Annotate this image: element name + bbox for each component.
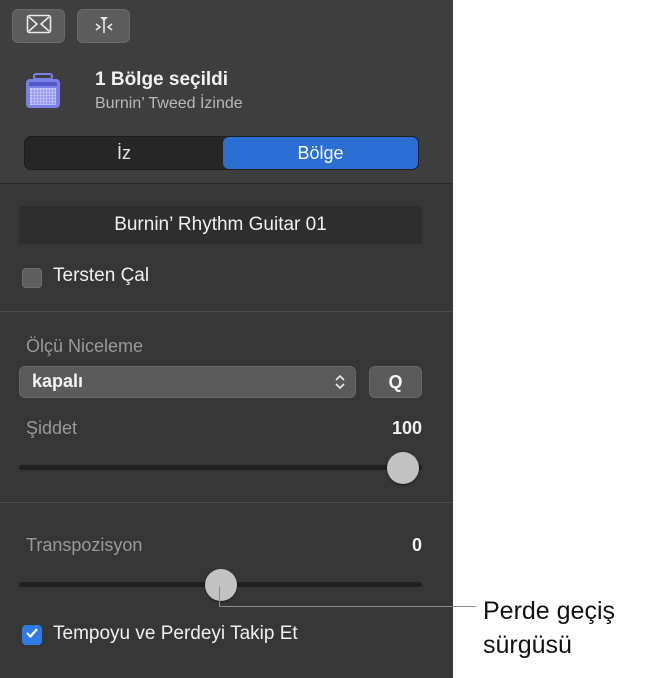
- quantize-q-button[interactable]: Q: [369, 366, 422, 398]
- quantize-label: Ölçü Niceleme: [26, 336, 144, 356]
- region-name-field[interactable]: Burnin’ Rhythm Guitar 01: [19, 206, 422, 244]
- quantize-popup[interactable]: kapalı: [19, 366, 356, 398]
- pitch-slider-callout: Perde geçiş sürgüsü: [483, 594, 615, 662]
- header-divider: [0, 183, 453, 184]
- tab-region[interactable]: Bölge: [223, 137, 418, 169]
- track-region-segmented-control: İz Bölge: [24, 136, 419, 170]
- tab-track[interactable]: İz: [25, 137, 223, 169]
- transpose-value: 0: [411, 535, 422, 555]
- callout-line-horizontal: [219, 606, 476, 607]
- quantize-popup-value: kapalı: [32, 371, 84, 391]
- velocity-slider-track[interactable]: [19, 465, 422, 470]
- callout-line1: Perde geçiş: [483, 597, 616, 625]
- transpose-slider-thumb[interactable]: [205, 569, 237, 601]
- region-inspector-button[interactable]: [12, 9, 65, 43]
- amp-icon: [24, 72, 62, 110]
- section-divider-2: [0, 502, 453, 503]
- reverse-playback-label: Tersten Çal: [53, 265, 150, 286]
- velocity-label: Şiddet: [26, 418, 78, 438]
- follow-tempo-pitch-label: Tempoyu ve Perdeyi Takip Et: [53, 623, 298, 644]
- region-inspector-icon: [26, 14, 52, 39]
- checkmark-icon: [25, 626, 39, 645]
- chevron-up-down-icon: [333, 372, 347, 392]
- catch-playhead-button[interactable]: [77, 9, 130, 43]
- inspector-title: 1 Bölge seçildi: [95, 69, 229, 90]
- section-divider-1: [0, 311, 453, 312]
- velocity-value: 100: [391, 418, 422, 438]
- velocity-slider-thumb[interactable]: [387, 452, 419, 484]
- region-inspector-panel: 1 Bölge seçildi Burnin’ Tweed İzinde İz …: [0, 0, 453, 678]
- transpose-label: Transpozisyon: [26, 535, 143, 555]
- callout-line2: sürgüsü: [483, 631, 572, 659]
- reverse-playback-checkbox[interactable]: [22, 268, 42, 288]
- catch-playhead-icon: [92, 14, 116, 39]
- callout-line-vertical: [219, 586, 220, 607]
- follow-tempo-pitch-checkbox[interactable]: [22, 625, 42, 645]
- inspector-subtitle: Burnin’ Tweed İzinde: [95, 95, 243, 112]
